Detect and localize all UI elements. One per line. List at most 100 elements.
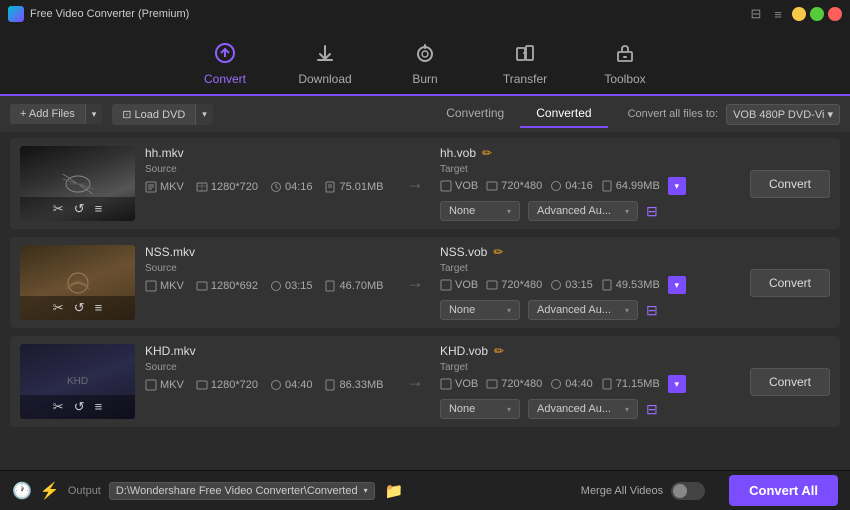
- output-path-select[interactable]: D:\Wondershare Free Video Converter\Conv…: [109, 482, 375, 500]
- bottom-controls-3: None ▾ Advanced Au... ▾ ⊟: [440, 399, 734, 419]
- eq-icon-2[interactable]: ⊟: [646, 302, 658, 319]
- settings-icon-2[interactable]: ≡: [95, 300, 103, 316]
- target-size-chip-3: 71.15MB: [601, 378, 660, 390]
- nav-transfer-label: Transfer: [503, 72, 547, 86]
- subtitle-select-3[interactable]: None ▾: [440, 399, 520, 419]
- cut-icon-2[interactable]: ✂: [53, 300, 64, 316]
- nav-transfer[interactable]: Transfer: [475, 34, 575, 94]
- merge-toggle[interactable]: [671, 482, 705, 500]
- target-details-1: VOB 720*480 04:16 64.99MB ▾: [440, 177, 734, 195]
- cut-icon-3[interactable]: ✂: [53, 399, 64, 415]
- target-dur-chip-1: 04:16: [550, 180, 593, 192]
- source-filename-2: NSS.mkv: [145, 245, 390, 259]
- source-details-1: MKV 1280*720 04:16 75.01MB: [145, 177, 390, 197]
- title-bar: Free Video Converter (Premium) ⊟ ≡: [0, 0, 850, 28]
- source-details-3: MKV 1280*720 04:40 86.33MB: [145, 375, 390, 395]
- nav-burn[interactable]: Burn: [375, 34, 475, 94]
- load-dvd-button[interactable]: ⊡ Load DVD ▾: [112, 104, 213, 125]
- source-dur-chip-2: 03:15: [270, 280, 313, 292]
- output-label: Output: [68, 485, 101, 497]
- menu-icon-1[interactable]: ⊟: [748, 8, 764, 20]
- target-dropdown-btn-1[interactable]: ▾: [668, 177, 686, 195]
- nav-toolbox[interactable]: Toolbox: [575, 34, 675, 94]
- edit-icon-3[interactable]: ✏: [494, 344, 504, 358]
- eq-icon-3[interactable]: ⊟: [646, 401, 658, 418]
- rotate-icon-2[interactable]: ↺: [74, 300, 85, 316]
- target-format-2: VOB: [455, 279, 478, 291]
- subtitle-select-1[interactable]: None ▾: [440, 201, 520, 221]
- advanced-arrow-3: ▾: [625, 405, 629, 414]
- advanced-select-3[interactable]: Advanced Au... ▾: [528, 399, 638, 419]
- target-name-row-3: KHD.vob ✏: [440, 344, 734, 358]
- target-dropdown-btn-3[interactable]: ▾: [668, 375, 686, 393]
- file-target-1: hh.vob ✏ Target VOB 720*480 04:16: [440, 146, 734, 221]
- source-format-2: MKV: [160, 280, 184, 292]
- bottom-bar: 🕐 ⚡ Output D:\Wondershare Free Video Con…: [0, 470, 850, 510]
- target-format-chip-3: VOB: [440, 378, 478, 390]
- nav-burn-label: Burn: [412, 72, 437, 86]
- edit-icon-1[interactable]: ✏: [482, 146, 492, 160]
- eq-icon-1[interactable]: ⊟: [646, 203, 658, 220]
- advanced-select-2[interactable]: Advanced Au... ▾: [528, 300, 638, 320]
- subtitle-select-2[interactable]: None ▾: [440, 300, 520, 320]
- convert-button-3[interactable]: Convert: [750, 368, 830, 396]
- target-details-2: VOB 720*480 03:15 49.53MB ▾: [440, 276, 734, 294]
- target-filename-3: KHD.vob: [440, 344, 488, 358]
- file-thumb-1: ✂ ↺ ≡: [20, 146, 135, 221]
- transfer-nav-icon: [514, 42, 536, 68]
- folder-icon[interactable]: 📁: [385, 482, 404, 500]
- target-res-1: 720*480: [501, 180, 542, 192]
- add-files-arrow[interactable]: ▾: [85, 104, 103, 124]
- load-dvd-arrow[interactable]: ▾: [195, 104, 213, 125]
- maximize-button[interactable]: [810, 7, 824, 21]
- edit-icon-2[interactable]: ✏: [493, 245, 503, 259]
- advanced-arrow-1: ▾: [625, 207, 629, 216]
- convert-button-1[interactable]: Convert: [750, 170, 830, 198]
- settings-icon-3[interactable]: ≡: [95, 399, 103, 415]
- convert-button-2[interactable]: Convert: [750, 269, 830, 297]
- subtitle-arrow-1: ▾: [507, 207, 511, 216]
- target-size-1: 64.99MB: [616, 180, 660, 192]
- nav-convert[interactable]: Convert: [175, 34, 275, 94]
- thumb-controls-3: ✂ ↺ ≡: [20, 395, 135, 419]
- format-select[interactable]: VOB 480P DVD-Vi ▾: [726, 104, 840, 125]
- arrow-sep-1: →: [406, 173, 424, 194]
- tab-converting[interactable]: Converting: [430, 100, 520, 128]
- add-files-main[interactable]: + Add Files: [10, 104, 85, 124]
- target-size-2: 49.53MB: [616, 279, 660, 291]
- target-size-chip-1: 64.99MB: [601, 180, 660, 192]
- tab-converted[interactable]: Converted: [520, 100, 607, 128]
- file-main-3: KHD.mkv Source MKV 1280*720 04:40: [145, 344, 830, 419]
- source-dur-chip-3: 04:40: [270, 379, 313, 391]
- cut-icon-1[interactable]: ✂: [53, 201, 64, 217]
- nav-download[interactable]: Download: [275, 34, 375, 94]
- convert-all-button[interactable]: Convert All: [729, 475, 838, 506]
- source-dur-2: 03:15: [285, 280, 313, 292]
- advanced-select-1[interactable]: Advanced Au... ▾: [528, 201, 638, 221]
- minimize-button[interactable]: [792, 7, 806, 21]
- title-bar-left: Free Video Converter (Premium): [8, 6, 189, 22]
- bottom-controls-1: None ▾ Advanced Au... ▾ ⊟: [440, 201, 734, 221]
- source-size-1: 75.01MB: [339, 181, 383, 193]
- add-files-button[interactable]: + Add Files ▾: [10, 104, 102, 124]
- output-path-text: D:\Wondershare Free Video Converter\Conv…: [116, 485, 358, 497]
- target-res-3: 720*480: [501, 378, 542, 390]
- title-bar-right: ⊟ ≡: [748, 7, 842, 21]
- source-size-chip-3: 86.33MB: [324, 379, 383, 391]
- source-res-1: 1280*720: [211, 181, 258, 193]
- rotate-icon-3[interactable]: ↺: [74, 399, 85, 415]
- format-dropdown-icon: ▾: [827, 109, 833, 121]
- settings-icon-1[interactable]: ≡: [95, 201, 103, 217]
- rotate-icon-1[interactable]: ↺: [74, 201, 85, 217]
- load-dvd-main[interactable]: ⊡ Load DVD: [112, 104, 195, 125]
- convert-all-label: Convert all files to:: [628, 108, 718, 120]
- file-main-2: NSS.mkv Source MKV 1280*692 03:15: [145, 245, 830, 320]
- clock-icon[interactable]: 🕐: [12, 481, 32, 501]
- source-format-chip-3: MKV: [145, 379, 184, 391]
- bolt-icon[interactable]: ⚡: [40, 481, 60, 501]
- close-button[interactable]: [828, 7, 842, 21]
- target-dropdown-btn-2[interactable]: ▾: [668, 276, 686, 294]
- menu-icon-2[interactable]: ≡: [770, 8, 786, 20]
- content-area: ✂ ↺ ≡ hh.mkv Source MKV 1280*720: [0, 132, 850, 470]
- file-target-3: KHD.vob ✏ Target VOB 720*480 04:40: [440, 344, 734, 419]
